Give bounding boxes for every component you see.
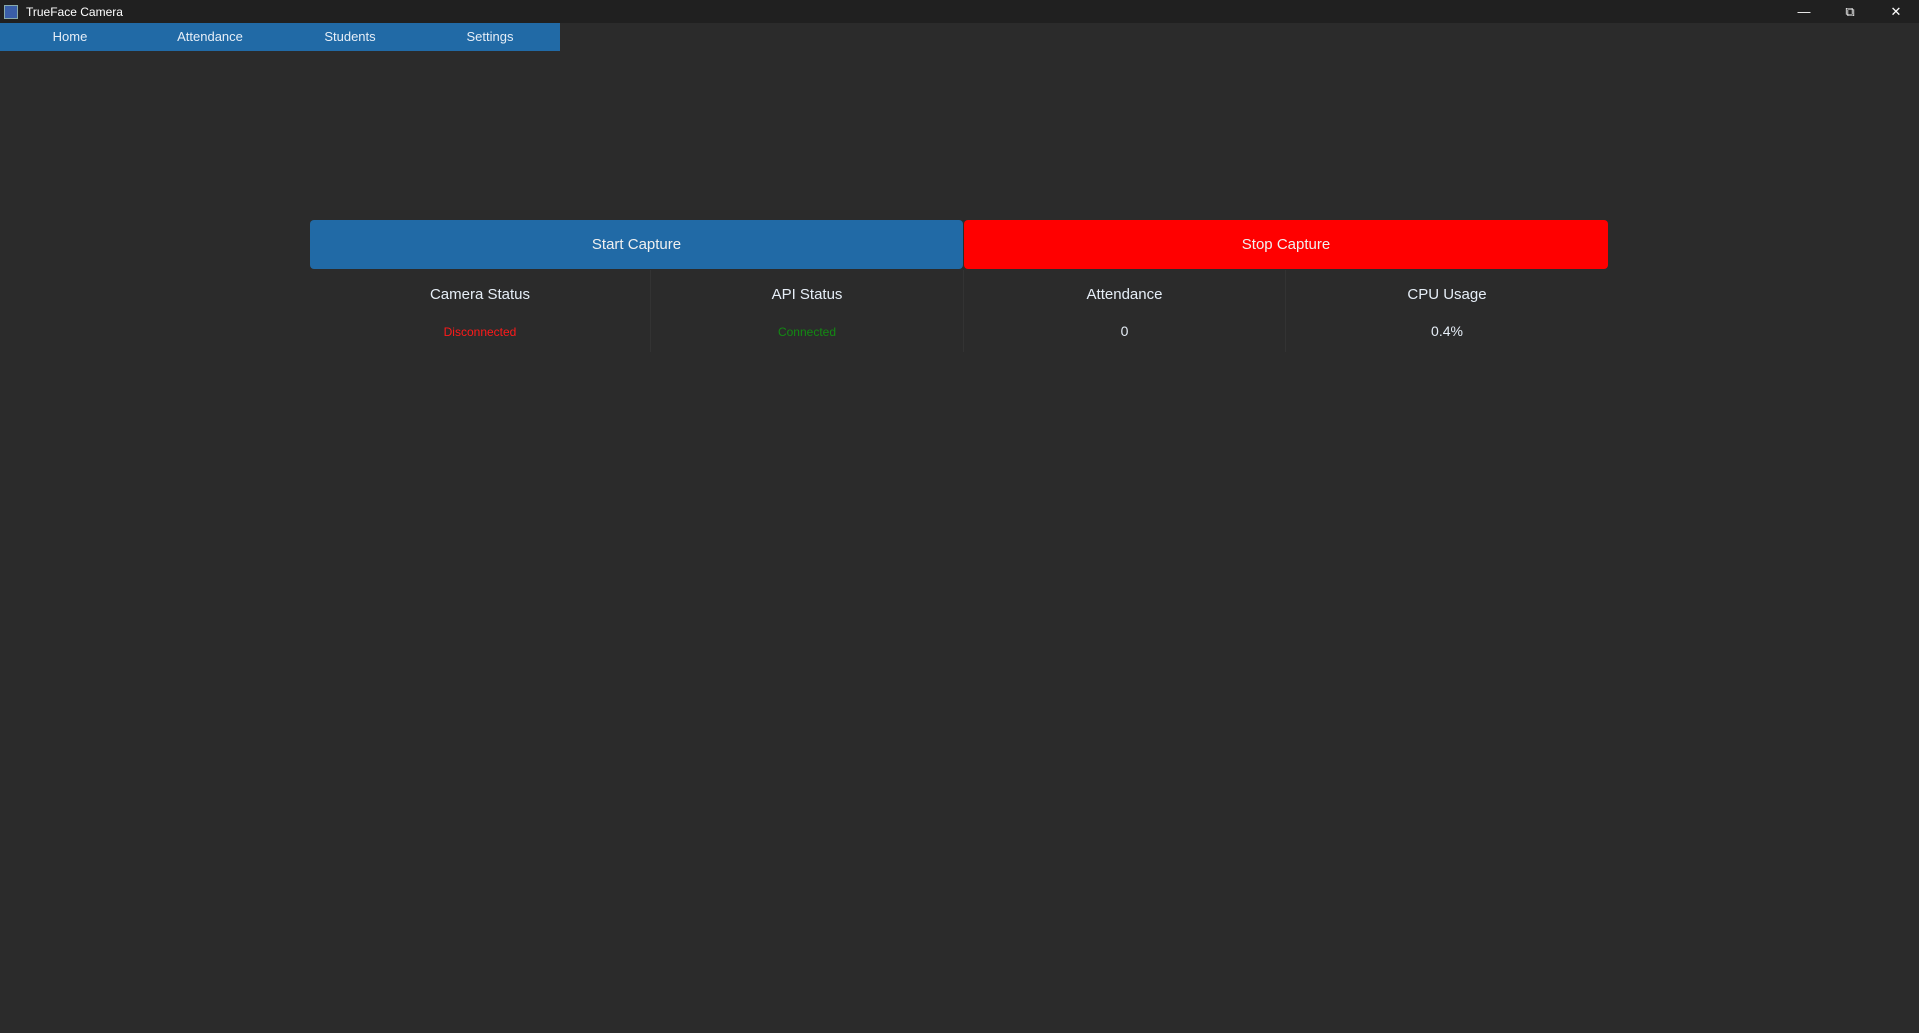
cpu-usage-label: CPU Usage xyxy=(1407,286,1487,303)
cpu-usage-value: 0.4% xyxy=(1431,323,1463,339)
camera-status-label: Camera Status xyxy=(429,286,531,303)
attendance-label: Attendance xyxy=(1086,286,1163,303)
cpu-usage-panel: CPU Usage 0.4% xyxy=(1285,270,1608,352)
nav-students[interactable]: Students xyxy=(280,23,420,51)
title-bar: TrueFace Camera — ⧉ ✕ xyxy=(0,0,1919,23)
minimize-icon[interactable]: — xyxy=(1781,0,1827,23)
nav-home[interactable]: Home xyxy=(0,23,140,51)
window-title: TrueFace Camera xyxy=(26,4,123,19)
nav-attendance[interactable]: Attendance xyxy=(140,23,280,51)
camera-status-panel: Camera Status Disconnected xyxy=(310,270,650,352)
restore-icon[interactable]: ⧉ xyxy=(1827,0,1873,23)
api-status-value: Connected xyxy=(777,325,837,339)
camera-status-value: Disconnected xyxy=(443,325,517,339)
attendance-panel: Attendance 0 xyxy=(963,270,1285,352)
close-icon[interactable]: ✕ xyxy=(1873,0,1919,23)
app-icon xyxy=(4,4,18,19)
nav-settings[interactable]: Settings xyxy=(420,23,560,51)
api-status-label: API Status xyxy=(771,286,843,303)
api-status-panel: API Status Connected xyxy=(650,270,963,352)
stop-capture-button[interactable]: Stop Capture xyxy=(964,220,1608,269)
attendance-value: 0 xyxy=(1120,323,1129,339)
start-capture-button[interactable]: Start Capture xyxy=(310,220,963,269)
nav-bar: Home Attendance Students Settings xyxy=(0,23,560,51)
